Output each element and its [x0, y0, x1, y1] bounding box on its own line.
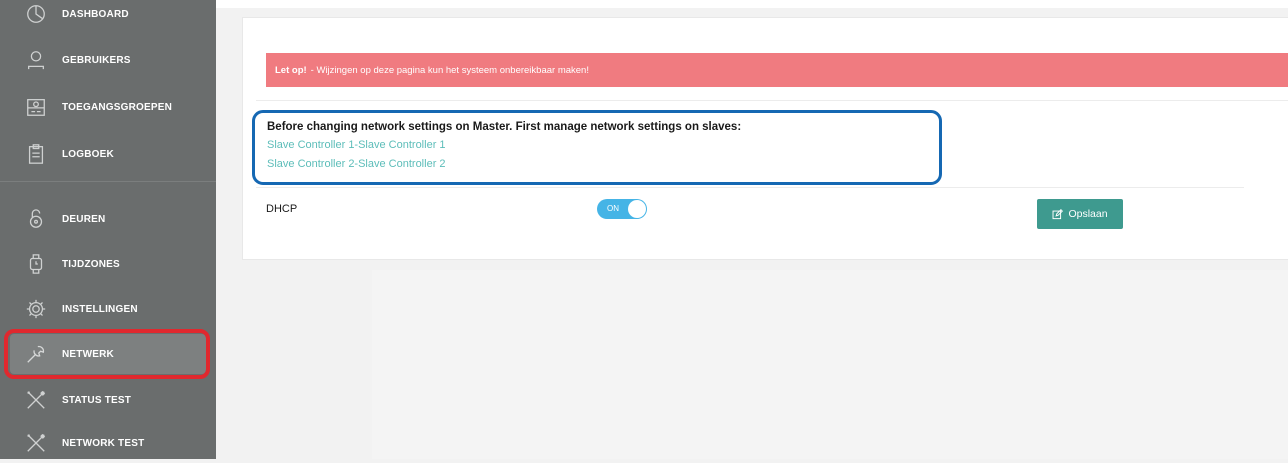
- sidebar-item-label: TIJDZONES: [62, 258, 120, 270]
- sidebar-item-logboek[interactable]: LOGBOEK: [0, 134, 216, 174]
- toggle-knob: [628, 200, 646, 218]
- edit-icon: [1052, 208, 1064, 219]
- watch-icon: [24, 252, 48, 276]
- warning-alert: Let op! - Wijzingen op deze pagina kun h…: [266, 53, 1288, 87]
- sidebar-item-network-test[interactable]: NETWORK TEST: [0, 423, 216, 463]
- sidebar: DASHBOARD GEBRUIKERS TOEGANGSGROEPEN LOG…: [0, 0, 216, 459]
- lock-icon: [24, 207, 48, 231]
- dhcp-label: DHCP: [266, 203, 298, 215]
- alert-strong: Let op!: [275, 64, 307, 76]
- clipboard-icon: [24, 142, 48, 166]
- sidebar-item-gebruikers[interactable]: GEBRUIKERS: [0, 40, 216, 80]
- dhcp-toggle[interactable]: ON: [597, 199, 647, 219]
- sidebar-item-dashboard[interactable]: DASHBOARD: [0, 0, 216, 34]
- sidebar-item-instellingen[interactable]: INSTELLINGEN: [0, 289, 216, 329]
- save-button-label: Opslaan: [1068, 208, 1108, 220]
- sidebar-item-label: NETWORK TEST: [62, 437, 145, 449]
- gear-icon: [24, 297, 48, 321]
- sidebar-item-label: LOGBOEK: [62, 148, 114, 160]
- save-button[interactable]: Opslaan: [1037, 199, 1123, 229]
- sidebar-item-label: DEUREN: [62, 213, 106, 225]
- sidebar-divider: [0, 181, 216, 182]
- divider: [256, 187, 1244, 188]
- sidebar-item-toegangsgroepen[interactable]: TOEGANGSGROEPEN: [0, 87, 216, 127]
- content-background: [372, 270, 1288, 459]
- sidebar-item-label: GEBRUIKERS: [62, 54, 131, 66]
- sidebar-item-status-test[interactable]: STATUS TEST: [0, 380, 216, 420]
- divider: [256, 100, 1288, 101]
- tools-icon: [24, 431, 48, 455]
- user-icon: [24, 48, 48, 72]
- active-item-highlight: [4, 329, 210, 379]
- top-bar: [216, 0, 1288, 8]
- sidebar-item-label: INSTELLINGEN: [62, 303, 138, 315]
- alert-text: - Wijzingen op deze pagina kun het syste…: [310, 64, 589, 76]
- slaves-info-highlight: [252, 110, 942, 185]
- pie-chart-icon: [24, 2, 48, 26]
- sidebar-item-label: STATUS TEST: [62, 394, 132, 406]
- tools-icon: [24, 388, 48, 412]
- group-card-icon: [24, 95, 48, 119]
- toggle-state-text: ON: [607, 204, 619, 213]
- sidebar-item-deuren[interactable]: DEUREN: [0, 199, 216, 239]
- sidebar-item-tijdzones[interactable]: TIJDZONES: [0, 244, 216, 284]
- sidebar-item-label: TOEGANGSGROEPEN: [62, 101, 173, 113]
- sidebar-item-label: DASHBOARD: [62, 8, 129, 20]
